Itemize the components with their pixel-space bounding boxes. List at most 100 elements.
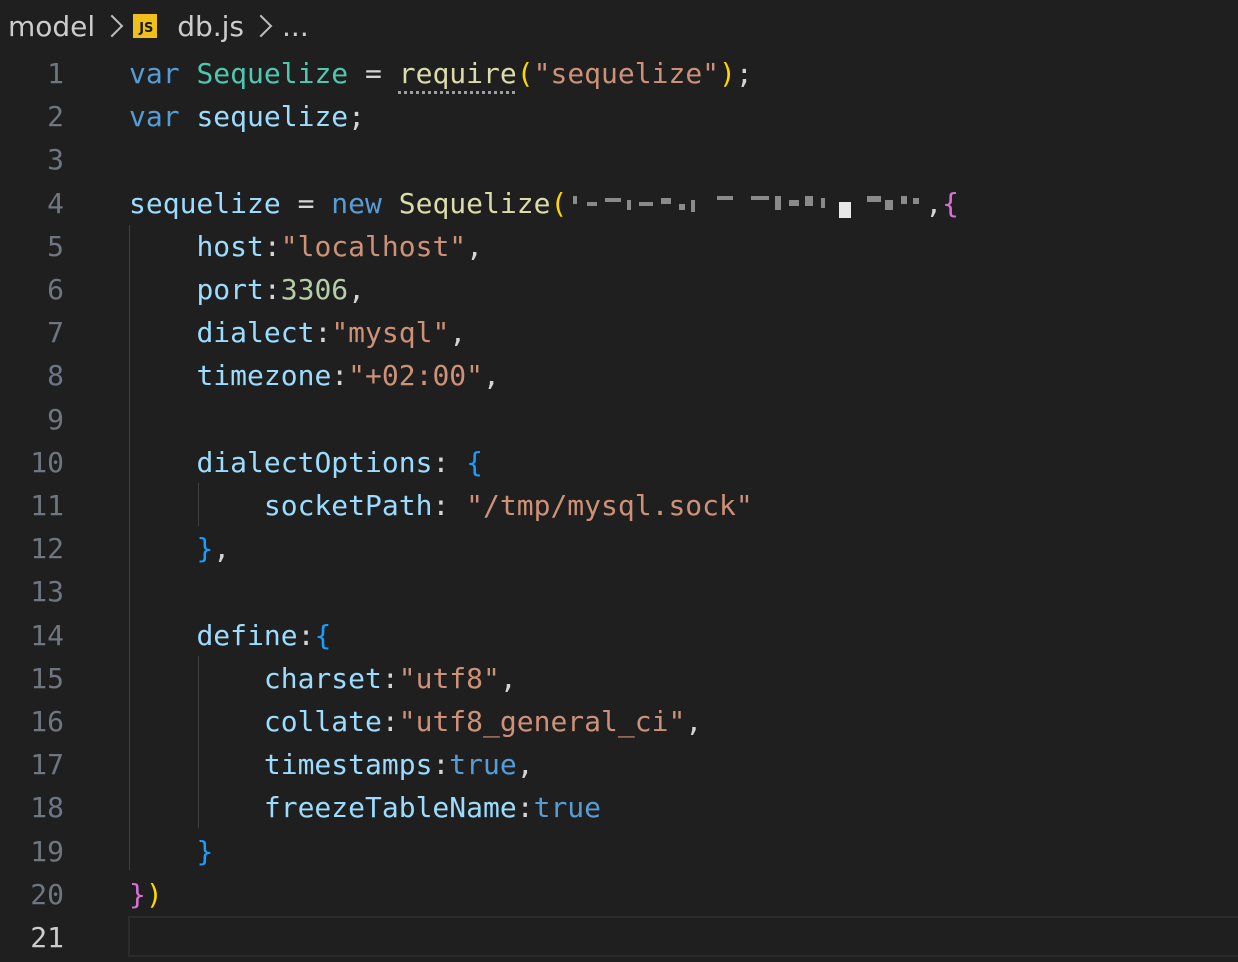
breadcrumb-folder[interactable]: model — [8, 10, 95, 43]
code-text: var Sequelize = require("sequelize"); — [129, 52, 753, 95]
code-token: } — [129, 877, 146, 911]
line-number: 11 — [30, 489, 64, 522]
code-line[interactable]: 5 host:"localhost", — [0, 225, 1238, 268]
code-token: , — [685, 705, 703, 738]
code-line[interactable]: 4 sequelize = new Sequelize(,{ — [0, 182, 1238, 225]
code-line[interactable]: 1 var Sequelize = require("sequelize"); — [0, 52, 1238, 95]
code-line[interactable]: 19 } — [0, 830, 1238, 873]
code-token: dialect — [196, 316, 315, 350]
code-token: socketPath — [263, 489, 433, 522]
code-text: timestamps:true, — [129, 743, 534, 786]
code-line[interactable]: 3 — [0, 138, 1238, 181]
code-token: "localhost" — [280, 229, 467, 263]
code-line[interactable]: 2 var sequelize; — [0, 95, 1238, 138]
code-token: = — [280, 186, 332, 220]
code-token: ( — [516, 57, 534, 90]
line-number: 3 — [47, 143, 64, 177]
line-number: 6 — [47, 273, 64, 306]
code-text: socketPath: "/tmp/mysql.sock" — [129, 484, 753, 527]
code-line[interactable]: 6 port:3306, — [0, 268, 1238, 311]
code-editor[interactable]: 1 var Sequelize = require("sequelize"); 2 v… — [0, 52, 1238, 962]
code-text: }) — [129, 873, 163, 916]
code-line[interactable]: 14 define:{ — [0, 614, 1238, 657]
chevron-right-icon — [249, 14, 273, 38]
code-token: : — [263, 229, 281, 263]
code-token: : — [381, 661, 399, 695]
code-token: sequelize — [196, 100, 349, 134]
code-line[interactable]: 11 socketPath: "/tmp/mysql.sock" — [0, 484, 1238, 527]
code-line[interactable]: 18 freezeTableName:true — [0, 786, 1238, 829]
code-token: : — [432, 748, 450, 782]
code-token: ) — [719, 57, 736, 90]
code-token: "/tmp/mysql.sock" — [466, 489, 753, 522]
code-line[interactable]: 13 — [0, 570, 1238, 613]
code-token: , — [449, 316, 467, 350]
code-token: : — [432, 445, 467, 479]
code-token: } — [196, 834, 214, 868]
code-token: , — [348, 273, 366, 306]
code-token: 3306 — [280, 273, 349, 306]
code-text: }, — [129, 527, 230, 570]
chevron-right-icon — [100, 14, 124, 38]
code-token: , — [483, 359, 500, 393]
code-line[interactable]: 9 — [0, 398, 1238, 441]
code-token: : — [314, 316, 332, 350]
code-text: var sequelize; — [129, 95, 365, 138]
code-token: ) — [145, 877, 163, 911]
code-token: timestamps — [263, 748, 433, 782]
code-line[interactable]: 16 collate:"utf8_general_ci", — [0, 700, 1238, 743]
code-text: dialect:"mysql", — [129, 311, 466, 354]
line-number: 17 — [30, 748, 64, 782]
code-token: : — [381, 705, 399, 738]
code-token: : — [516, 791, 534, 825]
code-token: timezone — [196, 359, 332, 393]
code-token: , — [925, 186, 943, 220]
code-token: : — [263, 273, 281, 306]
code-token: collate — [263, 705, 382, 738]
line-number: 4 — [47, 186, 64, 220]
code-line[interactable]: 17 timestamps:true, — [0, 743, 1238, 786]
code-token: { — [314, 618, 332, 652]
line-number: 9 — [47, 402, 64, 436]
code-line[interactable]: 20}) — [0, 873, 1238, 916]
code-token: true — [533, 791, 602, 825]
code-token: var — [129, 57, 180, 90]
code-line[interactable]: 21 — [0, 916, 1238, 959]
line-number: 21 — [30, 921, 64, 954]
line-number: 15 — [30, 661, 64, 695]
redacted-arguments — [567, 182, 925, 225]
code-token: : — [432, 489, 467, 522]
code-line[interactable]: 8 timezone:"+02:00", — [0, 354, 1238, 397]
line-number: 8 — [47, 359, 64, 393]
line-number: 18 — [30, 791, 64, 825]
code-token: Sequelize — [398, 186, 551, 220]
code-line[interactable]: 12 }, — [0, 527, 1238, 570]
code-token: , — [516, 748, 534, 782]
code-token: var — [129, 100, 180, 134]
code-token: : — [297, 618, 315, 652]
code-token: : — [331, 359, 349, 393]
code-token: sequelize — [129, 186, 281, 220]
line-number: 19 — [30, 834, 64, 868]
breadcrumb-file[interactable]: db.js — [177, 10, 244, 43]
code-token: dialectOptions — [196, 445, 433, 479]
breadcrumb-symbols[interactable]: ... — [282, 10, 309, 43]
code-text: timezone:"+02:00", — [129, 354, 500, 397]
line-number: 20 — [30, 877, 64, 911]
code-token: , — [213, 532, 231, 566]
code-line[interactable]: 15 charset:"utf8", — [0, 657, 1238, 700]
code-text: define:{ — [129, 614, 331, 657]
code-line[interactable]: 7 dialect:"mysql", — [0, 311, 1238, 354]
code-token: } — [196, 532, 214, 566]
code-token: "+02:00" — [348, 359, 484, 393]
code-line[interactable]: 10 dialectOptions: { — [0, 441, 1238, 484]
